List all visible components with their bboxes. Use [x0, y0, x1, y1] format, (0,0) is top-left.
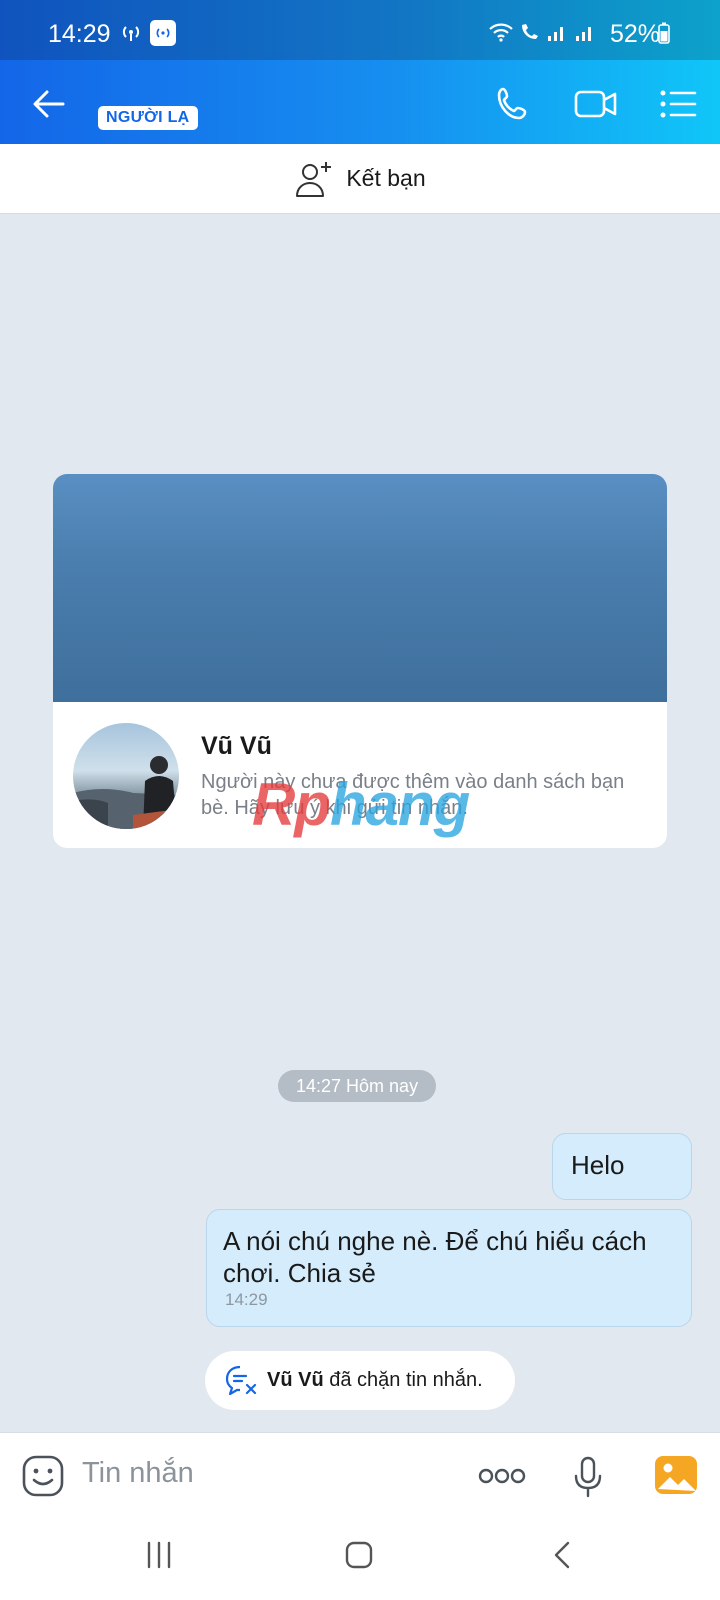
cover-photo — [53, 474, 667, 702]
back-button[interactable] — [26, 82, 70, 126]
watermark-logo: Rphang — [252, 771, 470, 838]
recent-apps-icon — [147, 1541, 171, 1569]
home-icon — [345, 1541, 373, 1569]
menu-list-icon — [660, 90, 697, 118]
hotspot-active-icon — [150, 20, 176, 46]
message-input-bar: Tin nhắn — [0, 1432, 720, 1518]
add-user-icon — [296, 161, 332, 197]
signal-icon — [546, 22, 568, 47]
recent-apps-button[interactable] — [144, 1540, 174, 1575]
voice-call-button[interactable] — [492, 82, 536, 126]
battery-level: 52% — [609, 20, 660, 48]
menu-button[interactable] — [656, 82, 700, 126]
status-time: 14:29 — [48, 20, 111, 48]
stranger-badge: NGƯỜI LẠ — [98, 106, 198, 130]
more-dots-icon — [478, 1468, 526, 1484]
message-text: Helo — [571, 1150, 625, 1180]
video-call-icon — [574, 90, 617, 118]
hotspot-icon — [120, 22, 142, 47]
phone-icon — [497, 87, 527, 120]
avatar[interactable] — [73, 723, 179, 829]
blocked-notice: Vũ Vũ đã chặn tin nhắn. — [205, 1351, 515, 1410]
wifi-icon — [488, 22, 514, 47]
date-separator: 14:27 Hôm nay — [278, 1070, 437, 1102]
emoji-icon — [22, 1455, 64, 1497]
back-arrow-icon — [33, 90, 65, 118]
battery-icon — [658, 22, 670, 49]
add-friend-bar[interactable]: Kết bạn — [0, 144, 720, 214]
profile-name: Vũ Vũ — [201, 732, 272, 760]
add-friend-label: Kết bạn — [346, 165, 426, 191]
home-button[interactable] — [344, 1540, 374, 1575]
back-nav-button[interactable] — [548, 1540, 578, 1575]
message-input[interactable]: Tin nhắn — [82, 1457, 194, 1490]
voice-record-button[interactable] — [568, 1453, 608, 1501]
emoji-button[interactable] — [20, 1453, 66, 1499]
microphone-icon — [574, 1456, 602, 1498]
signal-icon-2 — [574, 22, 596, 47]
avatar-photo — [73, 756, 179, 829]
message-time: 14:29 — [225, 1290, 268, 1309]
blocked-message-icon — [225, 1365, 257, 1395]
message-bubble[interactable]: Helo — [552, 1133, 692, 1200]
message-text: A nói chú nghe nè. Để chú hiểu cách chơi… — [223, 1226, 647, 1288]
system-nav-bar — [0, 1518, 720, 1600]
more-button[interactable] — [476, 1459, 528, 1493]
status-bar: 14:29 52% — [0, 0, 720, 60]
image-gallery-icon — [655, 1456, 697, 1494]
back-chevron-icon — [554, 1541, 570, 1569]
photo-button[interactable] — [652, 1451, 700, 1499]
blocked-text: Vũ Vũ đã chặn tin nhắn. — [267, 1369, 483, 1391]
wifi-call-icon — [518, 22, 542, 47]
app-header: 14:29 52% NGƯỜI LẠ — [0, 0, 720, 144]
video-call-button[interactable] — [572, 82, 620, 126]
message-bubble[interactable]: A nói chú nghe nè. Để chú hiểu cách chơi… — [206, 1209, 692, 1327]
